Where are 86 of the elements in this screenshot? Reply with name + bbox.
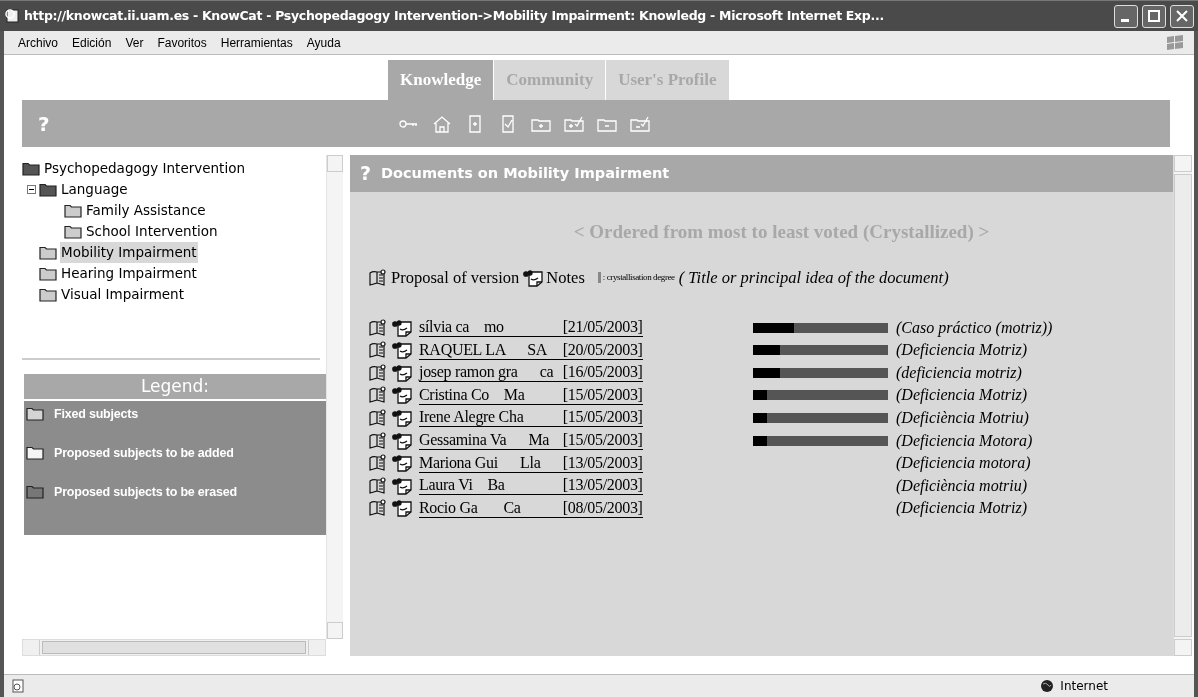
document-link[interactable]: sílvia ca mo [21/05/2003] (419, 318, 643, 338)
horizontal-scrollbar[interactable] (22, 639, 326, 656)
legend-title: Legend: (24, 374, 326, 401)
note-icon[interactable] (391, 341, 413, 360)
folder-icon (39, 287, 57, 302)
note-icon[interactable] (391, 408, 413, 427)
minimize-button[interactable] (1114, 4, 1138, 28)
close-icon (1176, 10, 1188, 22)
legend-label: Proposed subjects to be erased (54, 483, 237, 501)
tree-item[interactable]: Mobility Impairment (60, 242, 198, 263)
document-title: (Deficiencia Motora) (896, 430, 1033, 452)
tree-item[interactable]: Psychopedagogy Intervention (43, 158, 246, 179)
document-title: (Deficiència Motriu) (896, 407, 1029, 429)
proposal-label: Proposal of version (391, 266, 520, 289)
document-title: (Deficiencia Motriz) (896, 340, 1028, 361)
document-link[interactable]: Mariona Gui Lla [13/05/2003] (419, 453, 643, 473)
collapse-icon[interactable] (27, 185, 36, 194)
close-button[interactable] (1170, 4, 1194, 28)
note-icon[interactable] (391, 363, 413, 382)
open-book-icon[interactable] (368, 476, 388, 495)
zone-label: Internet (1060, 678, 1108, 695)
open-book-icon[interactable] (368, 341, 388, 360)
legend-label: Fixed subjects (54, 406, 139, 423)
menu-item[interactable]: Favoritos (157, 33, 207, 52)
document-title: (Deficiència motriu) (896, 475, 1028, 497)
globe-icon (1040, 679, 1055, 693)
documents-title: Documents on Mobility Impairment (381, 163, 670, 183)
scroll-thumb[interactable] (42, 641, 306, 654)
folder-icon (39, 266, 57, 281)
notes-label: Notes (546, 266, 585, 289)
document-title: (Caso práctico (motriz)) (896, 317, 1053, 339)
maximize-icon (1148, 10, 1160, 22)
document-link[interactable]: RAQUEL LA SA [20/05/2003] (419, 340, 643, 360)
open-book-icon[interactable] (368, 363, 388, 382)
legend-label: Proposed subjects to be added (54, 444, 234, 462)
open-book-icon[interactable] (368, 431, 388, 450)
tree-item[interactable]: Hearing Impairment (60, 263, 198, 284)
menu-item[interactable]: Edición (72, 33, 112, 52)
document-title: (Deficiencia Motriz) (896, 385, 1028, 406)
menu-item[interactable]: Ver (125, 33, 144, 52)
note-icon[interactable] (391, 386, 413, 405)
open-book-icon[interactable] (368, 454, 388, 473)
document-link[interactable]: josep ramon gra ca [16/05/2003] (419, 363, 643, 383)
note-icon[interactable] (391, 431, 413, 450)
document-title: (Deficiencia Motriz) (896, 498, 1028, 519)
note-icon[interactable] (391, 499, 413, 518)
open-book-icon[interactable] (368, 499, 388, 518)
open-folder-icon (39, 182, 57, 197)
note-icon[interactable] (391, 476, 413, 495)
folder-icon (26, 484, 44, 499)
folder-icon (26, 446, 44, 461)
tree-item[interactable]: Family Assistance (85, 200, 207, 221)
menu-item[interactable]: Ayuda (306, 33, 341, 52)
document-link[interactable]: Laura Vi Ba [13/05/2003] (419, 476, 643, 496)
windows-logo-icon (1164, 32, 1186, 53)
folder-icon (64, 203, 82, 218)
document-title: (deficiencia motriz) (896, 362, 1022, 384)
note-icon[interactable] (522, 268, 545, 287)
degree-label: : crystallisation degree (602, 271, 675, 285)
degree-marker-icon (597, 272, 601, 284)
minimize-icon (1120, 19, 1129, 22)
open-book-icon[interactable] (368, 268, 388, 287)
note-icon[interactable] (391, 318, 413, 337)
tree-item[interactable]: Language (60, 179, 129, 200)
folder-icon (26, 407, 44, 422)
menu-item[interactable]: Archivo (18, 33, 58, 52)
tree-item[interactable]: Visual Impairment (60, 284, 185, 305)
note-icon[interactable] (391, 454, 413, 473)
open-book-icon[interactable] (368, 408, 388, 427)
title-hint: ( Title or principal idea of the document) (678, 266, 949, 289)
page-icon (10, 678, 26, 694)
document-link[interactable]: Irene Alegre Cha [15/05/2003] (419, 408, 643, 428)
maximize-button[interactable] (1142, 4, 1166, 28)
browser-icon (4, 8, 20, 24)
document-title: (Deficiencia motora) (896, 453, 1031, 474)
open-folder-icon (22, 161, 40, 176)
tree-item[interactable]: School Intervention (85, 221, 219, 242)
document-link[interactable]: Cristina Co Ma [15/05/2003] (419, 385, 643, 405)
folder-icon (64, 224, 82, 239)
document-link[interactable]: Rocio Ga Ca [08/05/2003] (419, 498, 643, 518)
open-book-icon[interactable] (368, 318, 388, 337)
window-title: http://knowcat.ii.uam.es - KnowCat - Psychopedagogy Intervention->Mobility Impairment: Knowledg - Microsoft Internet Exp... (24, 6, 885, 25)
menu-item[interactable]: Herramientas (220, 33, 293, 52)
open-book-icon[interactable] (368, 386, 388, 405)
folder-icon (39, 245, 57, 260)
document-link[interactable]: Gessamina Va Ma [15/05/2003] (419, 431, 643, 450)
